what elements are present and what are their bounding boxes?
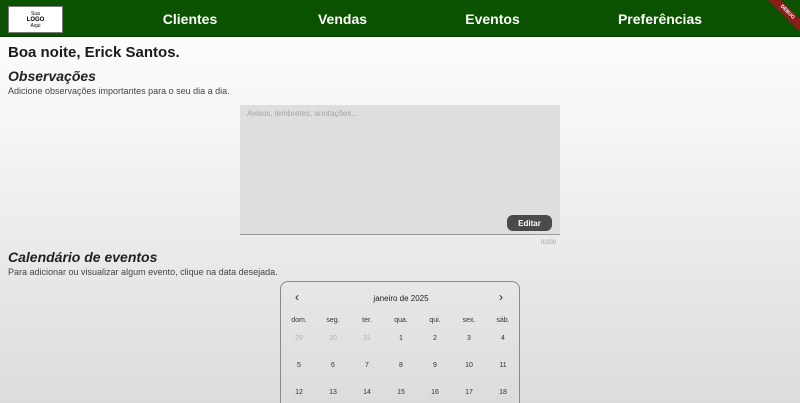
weekday-label: qui.	[429, 317, 441, 324]
weekday-label: seg.	[326, 317, 340, 324]
nav-eventos[interactable]: Eventos	[450, 0, 535, 37]
calendar-day[interactable]: 29	[284, 335, 314, 342]
calendar-day[interactable]: 9	[420, 362, 450, 369]
debug-banner: DEBUG	[759, 0, 800, 41]
notes-placeholder: Avisos, lembretes, anotações...	[247, 109, 359, 118]
weekday-label: sex.	[462, 317, 476, 324]
calendar-widget: ‹ janeiro de 2025 › dom. seg. ter. qua. qui.…	[280, 281, 520, 403]
calendar-day[interactable]: 30	[318, 335, 348, 342]
nav-vendas[interactable]: Vendas	[300, 0, 385, 37]
calendar-day[interactable]: 6	[318, 362, 348, 369]
nav-clientes[interactable]: Clientes	[145, 0, 235, 37]
calendar-day[interactable]: 31	[352, 335, 382, 342]
calendar-day[interactable]: 10	[454, 362, 484, 369]
calendar-day[interactable]: 5	[284, 362, 314, 369]
calendar-day[interactable]: 14	[352, 389, 382, 396]
notes-textarea[interactable]: Avisos, lembretes, anotações... Editar	[240, 105, 560, 235]
weekday-label: qua.	[394, 317, 408, 324]
nav-preferencias[interactable]: Preferências	[605, 0, 715, 37]
calendar-day[interactable]: 3	[454, 335, 484, 342]
calendar-day[interactable]: 18	[488, 389, 518, 396]
calendar-day[interactable]: 15	[386, 389, 416, 396]
notes-subtitle: Adicione observações importantes para o …	[8, 86, 230, 96]
calendar-day[interactable]: 17	[454, 389, 484, 396]
logo-line-3: Aqui	[30, 22, 41, 29]
calendar-day[interactable]: 8	[386, 362, 416, 369]
calendar-day[interactable]: 4	[488, 335, 518, 342]
calendar-day[interactable]: 2	[420, 335, 450, 342]
calendar-title: Calendário de eventos	[8, 249, 158, 265]
calendar-day[interactable]: 11	[488, 362, 518, 369]
top-nav-bar: Sua LOGO Aqui Clientes Vendas Eventos Pr…	[0, 0, 800, 41]
next-month-icon[interactable]: ›	[499, 291, 503, 303]
month-label[interactable]: janeiro de 2025	[281, 294, 521, 303]
weekday-label: ter.	[362, 317, 372, 324]
notes-title: Observações	[8, 68, 96, 84]
weekday-label: sáb.	[496, 317, 510, 324]
calendar-day[interactable]: 13	[318, 389, 348, 396]
edit-button[interactable]: Editar	[507, 215, 552, 231]
weekday-label: dom.	[291, 317, 307, 324]
calendar-subtitle: Para adicionar ou visualizar algum event…	[8, 267, 278, 277]
greeting: Boa noite, Erick Santos.	[8, 44, 180, 61]
calendar-day[interactable]: 12	[284, 389, 314, 396]
logo: Sua LOGO Aqui	[8, 6, 63, 33]
calendar-day[interactable]: 7	[352, 362, 382, 369]
char-counter: 0/200	[540, 240, 556, 246]
calendar-day[interactable]: 1	[386, 335, 416, 342]
calendar-day[interactable]: 16	[420, 389, 450, 396]
